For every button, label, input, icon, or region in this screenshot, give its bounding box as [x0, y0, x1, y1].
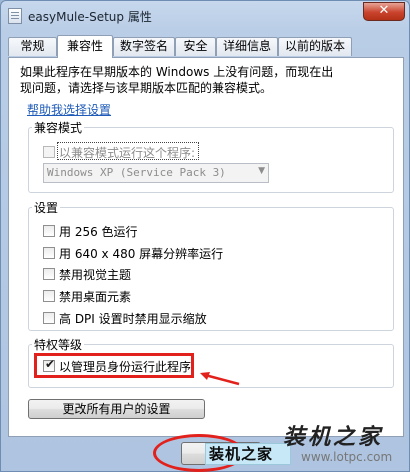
os-version-dropdown[interactable]: Windows XP (Service Pack 3) ▼ [43, 163, 269, 183]
run-640x480-checkbox[interactable] [43, 247, 55, 259]
run-256-colors-checkbox[interactable] [43, 225, 55, 237]
run-640x480-label: 用 640 x 480 屏幕分辨率运行 [59, 247, 224, 261]
close-button[interactable]: ✕ [363, 2, 405, 21]
chevron-down-icon: ▼ [258, 166, 265, 176]
disable-desktop-composition-checkbox[interactable] [43, 290, 55, 302]
settings-title: 设置 [32, 199, 61, 216]
window-title: easyMule-Setup 属性 [28, 10, 152, 24]
properties-window: easyMule-Setup 属性 ✕ 常规 兼容性 数字签名 安全 详细信息 … [0, 0, 410, 472]
tab-compatibility[interactable]: 兼容性 [57, 35, 113, 58]
privilege-level-title: 特权等级 [32, 336, 85, 353]
run-256-colors-label: 用 256 色运行 [59, 225, 138, 239]
compat-mode-checkbox[interactable] [43, 146, 55, 158]
tab-digital-signature[interactable]: 数字签名 [113, 37, 175, 56]
document-icon [8, 8, 22, 24]
compat-mode-label: 以兼容模式运行这个程序: [59, 146, 196, 160]
tab-general[interactable]: 常规 [8, 37, 57, 56]
intro-text: 如果此程序在早期版本的 Windows 上没有问题，而现在出 现问题，请选择与该… [20, 64, 390, 96]
red-arrow-icon [200, 372, 240, 386]
watermark-badge: 装机之家 [205, 443, 291, 465]
disable-dpi-scaling-checkbox[interactable] [43, 312, 55, 324]
os-version-value: Windows XP (Service Pack 3) [47, 166, 226, 179]
tab-strip: 常规 兼容性 数字签名 安全 详细信息 以前的版本 [8, 35, 404, 58]
highlight-box [34, 353, 194, 378]
tab-previous-versions[interactable]: 以前的版本 [278, 37, 352, 56]
intro-line-1: 如果此程序在早期版本的 Windows 上没有问题，而现在出 [20, 65, 334, 79]
disable-visual-themes-label: 禁用视觉主题 [59, 268, 132, 282]
intro-line-2: 现问题，请选择与该早期版本匹配的兼容模式。 [20, 81, 273, 95]
compat-mode-title: 兼容模式 [32, 119, 85, 136]
change-all-users-button[interactable]: 更改所有用户的设置 [28, 399, 205, 419]
title-bar[interactable]: easyMule-Setup 属性 ✕ [1, 1, 409, 31]
watermark-logo: 装机之家 [283, 424, 384, 450]
disable-dpi-scaling-label: 高 DPI 设置时禁用显示缩放 [59, 312, 207, 326]
help-me-choose-link[interactable]: 帮助我选择设置 [27, 101, 111, 118]
watermark-url: www.lotpc.com [301, 450, 393, 464]
tab-security[interactable]: 安全 [175, 37, 216, 56]
disable-visual-themes-checkbox[interactable] [43, 268, 55, 280]
disable-desktop-composition-label: 禁用桌面元素 [59, 290, 132, 304]
tab-details[interactable]: 详细信息 [216, 37, 278, 56]
